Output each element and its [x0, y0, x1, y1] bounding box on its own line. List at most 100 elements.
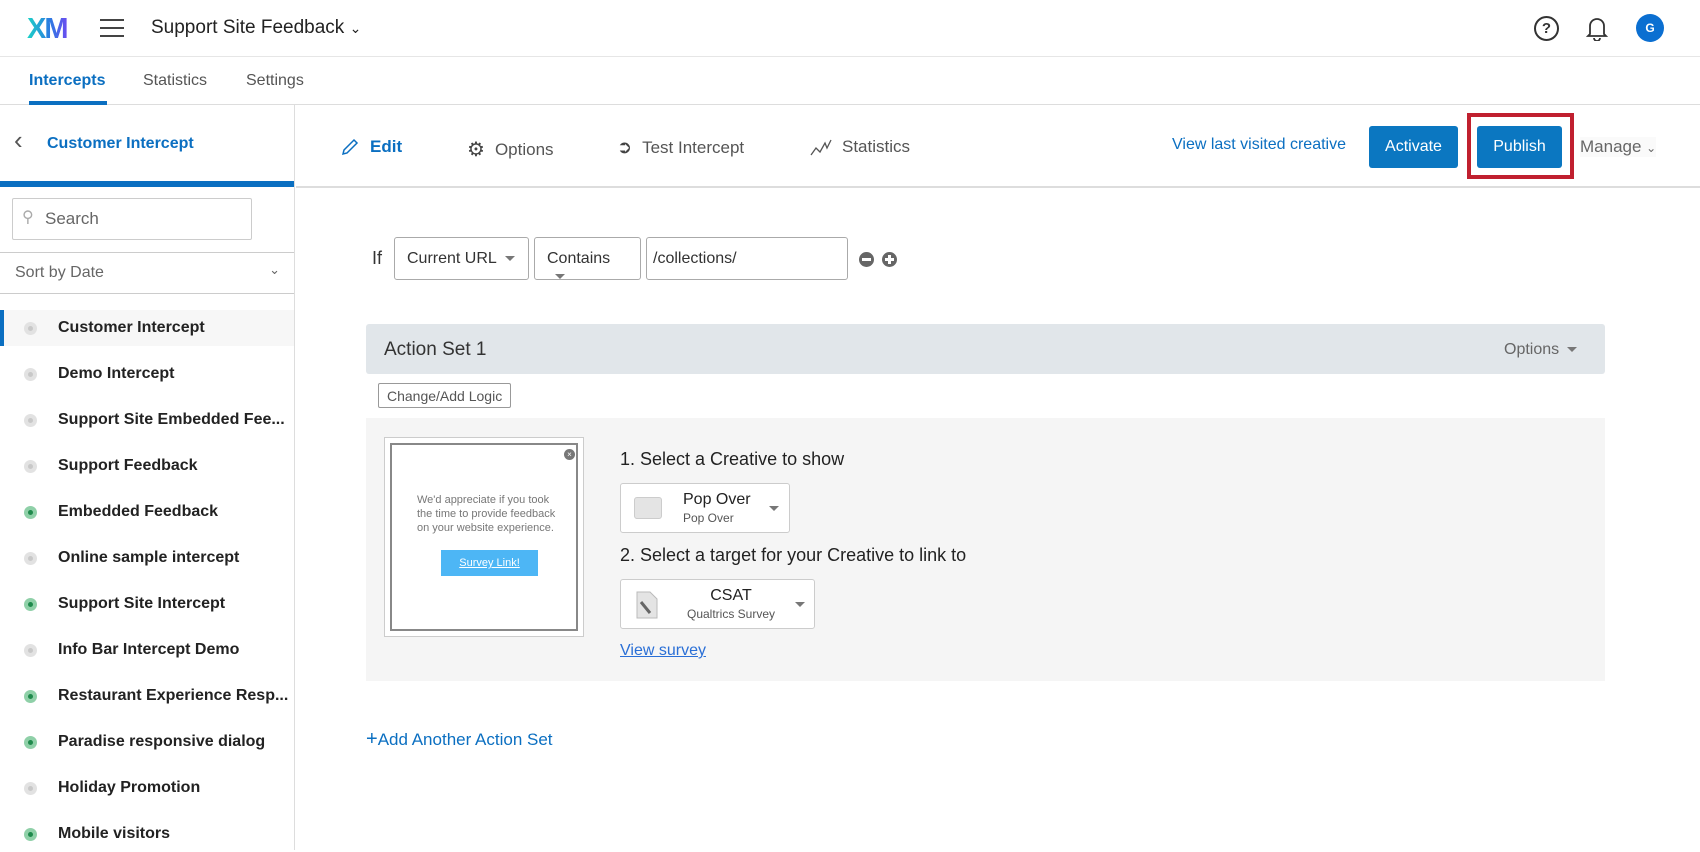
edit-tab[interactable]: Edit — [340, 137, 402, 157]
bell-icon[interactable] — [1586, 15, 1608, 41]
sidebar-item-label: Support Feedback — [58, 457, 198, 474]
test-intercept-label: Test Intercept — [642, 137, 745, 157]
chevron-left-icon: ‹ — [14, 125, 23, 155]
sidebar-item[interactable]: Online sample intercept — [0, 540, 294, 576]
status-active-icon — [24, 506, 37, 519]
sidebar-item[interactable]: Customer Intercept — [0, 310, 294, 346]
search-icon: ⚲ — [22, 209, 34, 226]
sidebar: ‹ Customer Intercept ⚲ Search Sort by Da… — [0, 105, 295, 850]
project-title-dropdown[interactable]: Support Site Feedback ⌄ — [151, 17, 361, 39]
options-label: Options — [494, 139, 554, 159]
add-action-set-label: Add Another Action Set — [377, 730, 553, 749]
status-inactive-icon — [24, 552, 37, 565]
options-tab[interactable]: ⚙ Options — [467, 137, 554, 162]
step2-label: 2. Select a target for your Creative to … — [620, 545, 967, 565]
sidebar-item-label: Demo Intercept — [58, 365, 175, 382]
caret-down-icon — [1567, 347, 1578, 353]
status-active-icon — [24, 690, 37, 703]
help-icon[interactable]: ? — [1534, 16, 1559, 41]
sort-dropdown[interactable]: Sort by Date ⌄ — [0, 252, 294, 294]
sidebar-item-label: Customer Intercept — [58, 319, 205, 336]
sidebar-item-label: Info Bar Intercept Demo — [58, 641, 240, 658]
creative-preview[interactable]: × We'd appreciate if you took the time t… — [384, 437, 584, 637]
sidebar-item-label: Embedded Feedback — [58, 503, 219, 520]
line-chart-icon — [810, 139, 832, 156]
sidebar-item[interactable]: Demo Intercept — [0, 356, 294, 392]
sidebar-title: Customer Intercept — [47, 135, 194, 152]
hamburger-menu-icon[interactable] — [100, 19, 124, 43]
sidebar-item[interactable]: Embedded Feedback — [0, 494, 294, 530]
plus-icon: + — [366, 728, 378, 750]
target-dropdown[interactable]: CSAT Qualtrics Survey — [620, 579, 815, 629]
avatar[interactable]: G — [1636, 14, 1664, 42]
if-label: If — [372, 248, 383, 268]
status-inactive-icon — [24, 460, 37, 473]
sidebar-item[interactable]: Restaurant Experience Resp... — [0, 678, 294, 714]
operator-select[interactable]: Contains — [534, 237, 641, 280]
status-active-icon — [24, 736, 37, 749]
sidebar-item[interactable]: Support Site Intercept — [0, 586, 294, 622]
activate-button[interactable]: Activate — [1369, 126, 1458, 168]
value-input[interactable]: /collections/ — [646, 237, 848, 280]
editor-toolbar: Edit ⚙ Options ➲ Test Intercept Statistics… — [296, 105, 1700, 188]
chevron-down-icon: ⌄ — [1646, 141, 1657, 155]
xm-logo[interactable]: XM — [27, 13, 68, 46]
creative-dropdown[interactable]: Pop Over Pop Over — [620, 483, 790, 533]
sidebar-item[interactable]: Info Bar Intercept Demo — [0, 632, 294, 668]
caret-down-icon — [555, 274, 565, 280]
tab-statistics[interactable]: Statistics — [143, 72, 207, 90]
action-set-body: × We'd appreciate if you took the time t… — [366, 418, 1605, 681]
add-condition-icon[interactable] — [882, 252, 897, 267]
add-action-set-button[interactable]: +Add Another Action Set — [366, 728, 553, 751]
preview-survey-link: Survey Link! — [441, 550, 538, 576]
sidebar-item-label: Support Site Intercept — [58, 595, 226, 612]
close-icon: × — [564, 449, 575, 460]
survey-document-icon — [636, 591, 658, 619]
action-set-header: Action Set 1 Options — [366, 324, 1605, 374]
chevron-down-icon: ⌄ — [349, 20, 362, 36]
caret-down-icon — [795, 602, 805, 607]
exit-icon: ➲ — [617, 137, 633, 157]
edit-label: Edit — [370, 137, 403, 156]
tab-intercepts[interactable]: Intercepts — [29, 72, 105, 90]
sidebar-item-label: Online sample intercept — [58, 549, 240, 566]
sidebar-item[interactable]: Holiday Promotion — [0, 770, 294, 806]
action-set-title: Action Set 1 — [384, 339, 487, 360]
creative-type: Pop Over — [683, 511, 734, 525]
gear-icon: ⚙ — [467, 139, 485, 161]
sidebar-item-label: Mobile visitors — [58, 825, 171, 842]
operator-value: Contains — [547, 250, 611, 267]
view-last-visited-link[interactable]: View last visited creative — [1172, 136, 1346, 154]
view-survey-link[interactable]: View survey — [620, 642, 706, 660]
status-inactive-icon — [24, 644, 37, 657]
statistics-label: Statistics — [842, 137, 911, 156]
creative-name: Pop Over — [683, 491, 751, 508]
sort-label: Sort by Date — [15, 264, 104, 281]
change-logic-button[interactable]: Change/Add Logic — [378, 383, 512, 408]
test-intercept-tab[interactable]: ➲ Test Intercept — [617, 137, 744, 158]
remove-condition-icon[interactable] — [859, 252, 874, 267]
manage-dropdown[interactable]: Manage ⌄ — [1580, 137, 1657, 157]
preview-text: We'd appreciate if you took the time to … — [417, 494, 556, 534]
back-to-intercept[interactable]: ‹ Customer Intercept — [0, 105, 294, 181]
step1-label: 1. Select a Creative to show — [620, 449, 845, 469]
status-active-icon — [24, 598, 37, 611]
sidebar-item[interactable]: Support Site Embedded Fee... — [0, 402, 294, 438]
status-inactive-icon — [24, 782, 37, 795]
tab-settings[interactable]: Settings — [246, 72, 304, 90]
field-select[interactable]: Current URL — [394, 237, 529, 280]
target-name: CSAT — [710, 587, 752, 604]
status-inactive-icon — [24, 368, 37, 381]
sidebar-item[interactable]: Paradise responsive dialog — [0, 724, 294, 760]
publish-button[interactable]: Publish — [1477, 126, 1562, 168]
search-input[interactable]: ⚲ Search — [12, 198, 252, 240]
sidebar-header-bar — [0, 181, 294, 187]
sidebar-item[interactable]: Mobile visitors — [0, 816, 294, 852]
sidebar-item-label: Holiday Promotion — [58, 779, 201, 796]
project-title: Support Site Feedback — [151, 17, 345, 38]
sidebar-item[interactable]: Support Feedback — [0, 448, 294, 484]
action-set-options[interactable]: Options — [1504, 341, 1578, 359]
statistics-tab[interactable]: Statistics — [810, 137, 910, 157]
field-value: Current URL — [407, 250, 497, 267]
manage-label: Manage — [1580, 137, 1642, 156]
